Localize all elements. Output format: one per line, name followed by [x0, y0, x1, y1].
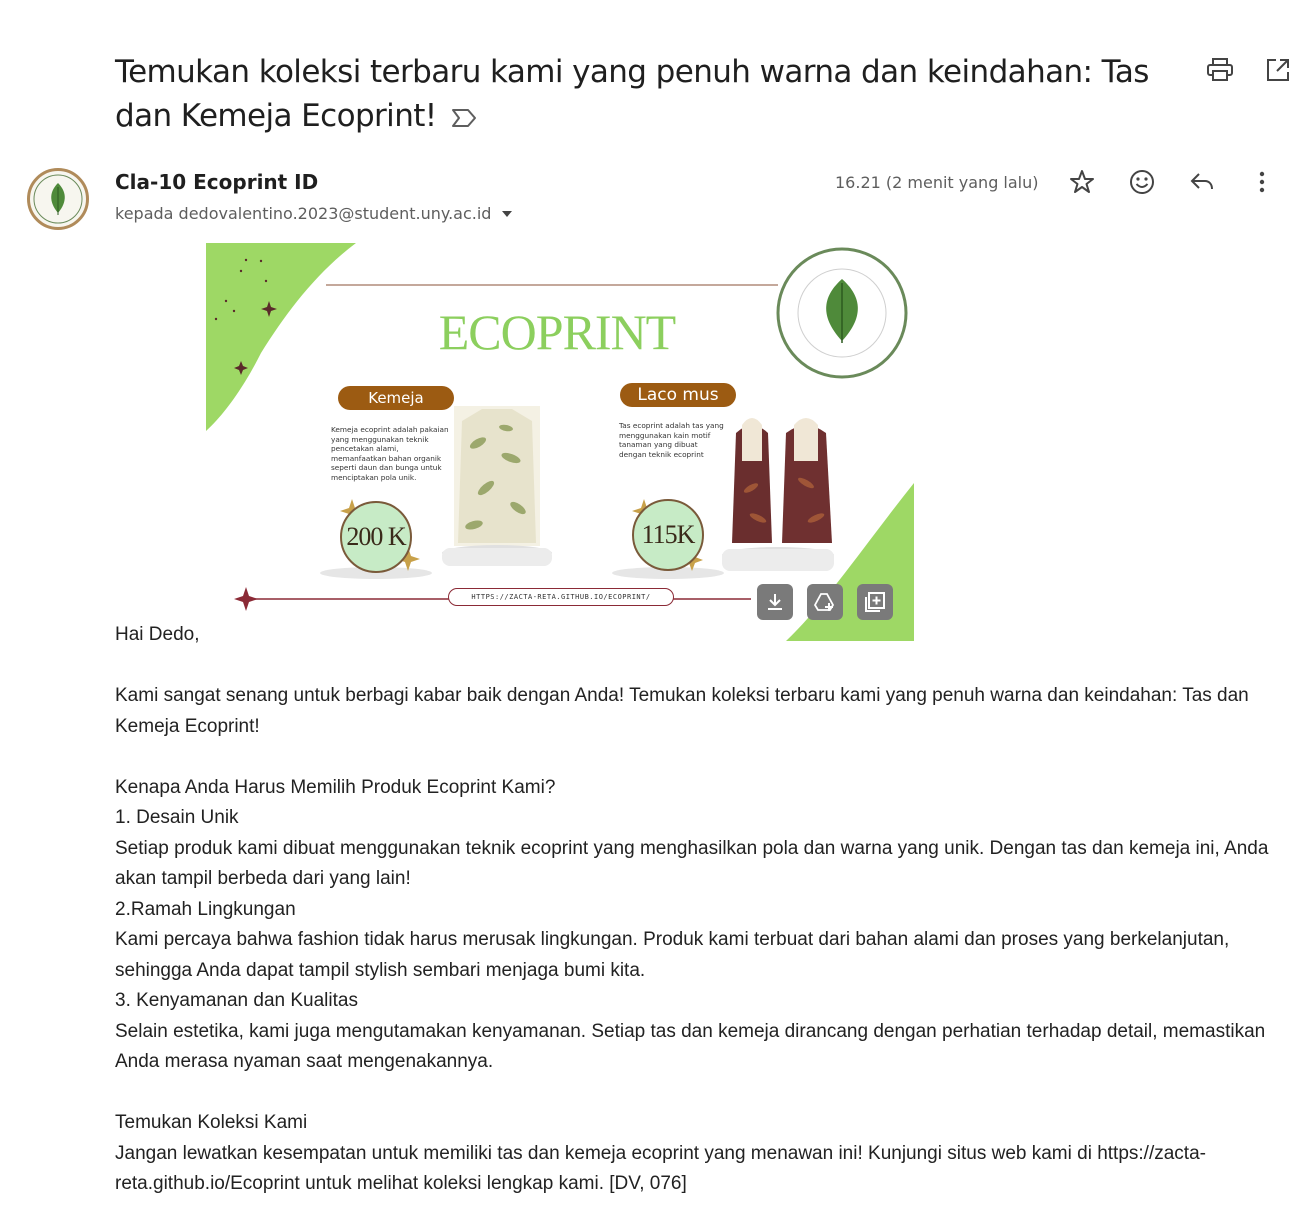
email-subject: Temukan koleksi terbaru kami yang penuh …	[115, 50, 1185, 138]
product1-price: 200 K	[340, 501, 412, 573]
chevron-down-icon[interactable]	[501, 210, 513, 218]
reply-icon[interactable]	[1188, 168, 1216, 196]
more-vertical-icon[interactable]	[1248, 168, 1276, 196]
collection-text: Jangan lewatkan kesempatan untuk memilik…	[115, 1142, 1206, 1195]
why-heading: Kenapa Anda Harus Memilih Produk Ecoprin…	[115, 776, 556, 798]
open-in-new-window-icon[interactable]	[1264, 56, 1292, 84]
promo-banner-image[interactable]: ECOPRINT Kemeja Kemeja ecoprint adalah p…	[206, 243, 914, 641]
star-icon[interactable]	[1068, 168, 1096, 196]
banner-url: HTTPS://ZACTA-RETA.GITHUB.IO/ECOPRINT/	[448, 588, 674, 606]
point1-title: 1. Desain Unik	[115, 807, 239, 828]
collection-heading: Temukan Koleksi Kami	[115, 1112, 308, 1133]
download-icon[interactable]	[757, 584, 793, 620]
product2-label: Laco mus	[620, 383, 736, 407]
recipient-line[interactable]: kepada dedovalentino.2023@student.uny.ac…	[115, 204, 513, 223]
product2-price: 115K	[632, 499, 704, 571]
point3-text: Selain estetika, kami juga mengutamakan …	[115, 1020, 1270, 1073]
add-to-photos-icon[interactable]	[857, 584, 893, 620]
add-to-drive-icon[interactable]	[807, 584, 843, 620]
subject-text: Temukan koleksi terbaru kami yang penuh …	[115, 54, 1149, 134]
image-tools	[757, 584, 893, 620]
point2-text: Kami percaya bahwa fashion tidak harus m…	[115, 929, 1235, 981]
banner-title: ECOPRINT	[438, 304, 676, 360]
emoji-reaction-icon[interactable]	[1128, 168, 1156, 196]
recipient-text: kepada dedovalentino.2023@student.uny.ac…	[115, 204, 492, 223]
product1-description: Kemeja ecoprint adalah pakaian yang meng…	[331, 425, 449, 482]
sender-name[interactable]: Cla-10 Ecoprint ID	[115, 170, 318, 194]
important-marker-icon[interactable]	[451, 108, 477, 128]
timestamp: 16.21 (2 menit yang lalu)	[835, 173, 1039, 192]
point3-title: 3. Kenyamanan dan Kualitas	[115, 990, 358, 1011]
message-actions	[1068, 168, 1276, 196]
sender-avatar[interactable]	[27, 168, 89, 230]
product1-label: Kemeja	[338, 386, 454, 410]
print-icon[interactable]	[1206, 56, 1234, 84]
point2-title: 2.Ramah Lingkungan	[115, 898, 296, 920]
greeting: Hai Dedo,	[115, 624, 200, 645]
point1-text: Setiap produk kami dibuat menggunakan te…	[115, 837, 1274, 890]
thread-actions	[1206, 56, 1292, 84]
intro-paragraph: Kami sangat senang untuk berbagi kabar b…	[115, 685, 1255, 737]
email-body: Hai Dedo, Kami sangat senang untuk berba…	[115, 620, 1290, 1200]
product2-description: Tas ecoprint adalah tas yang menggunakan…	[619, 421, 724, 459]
